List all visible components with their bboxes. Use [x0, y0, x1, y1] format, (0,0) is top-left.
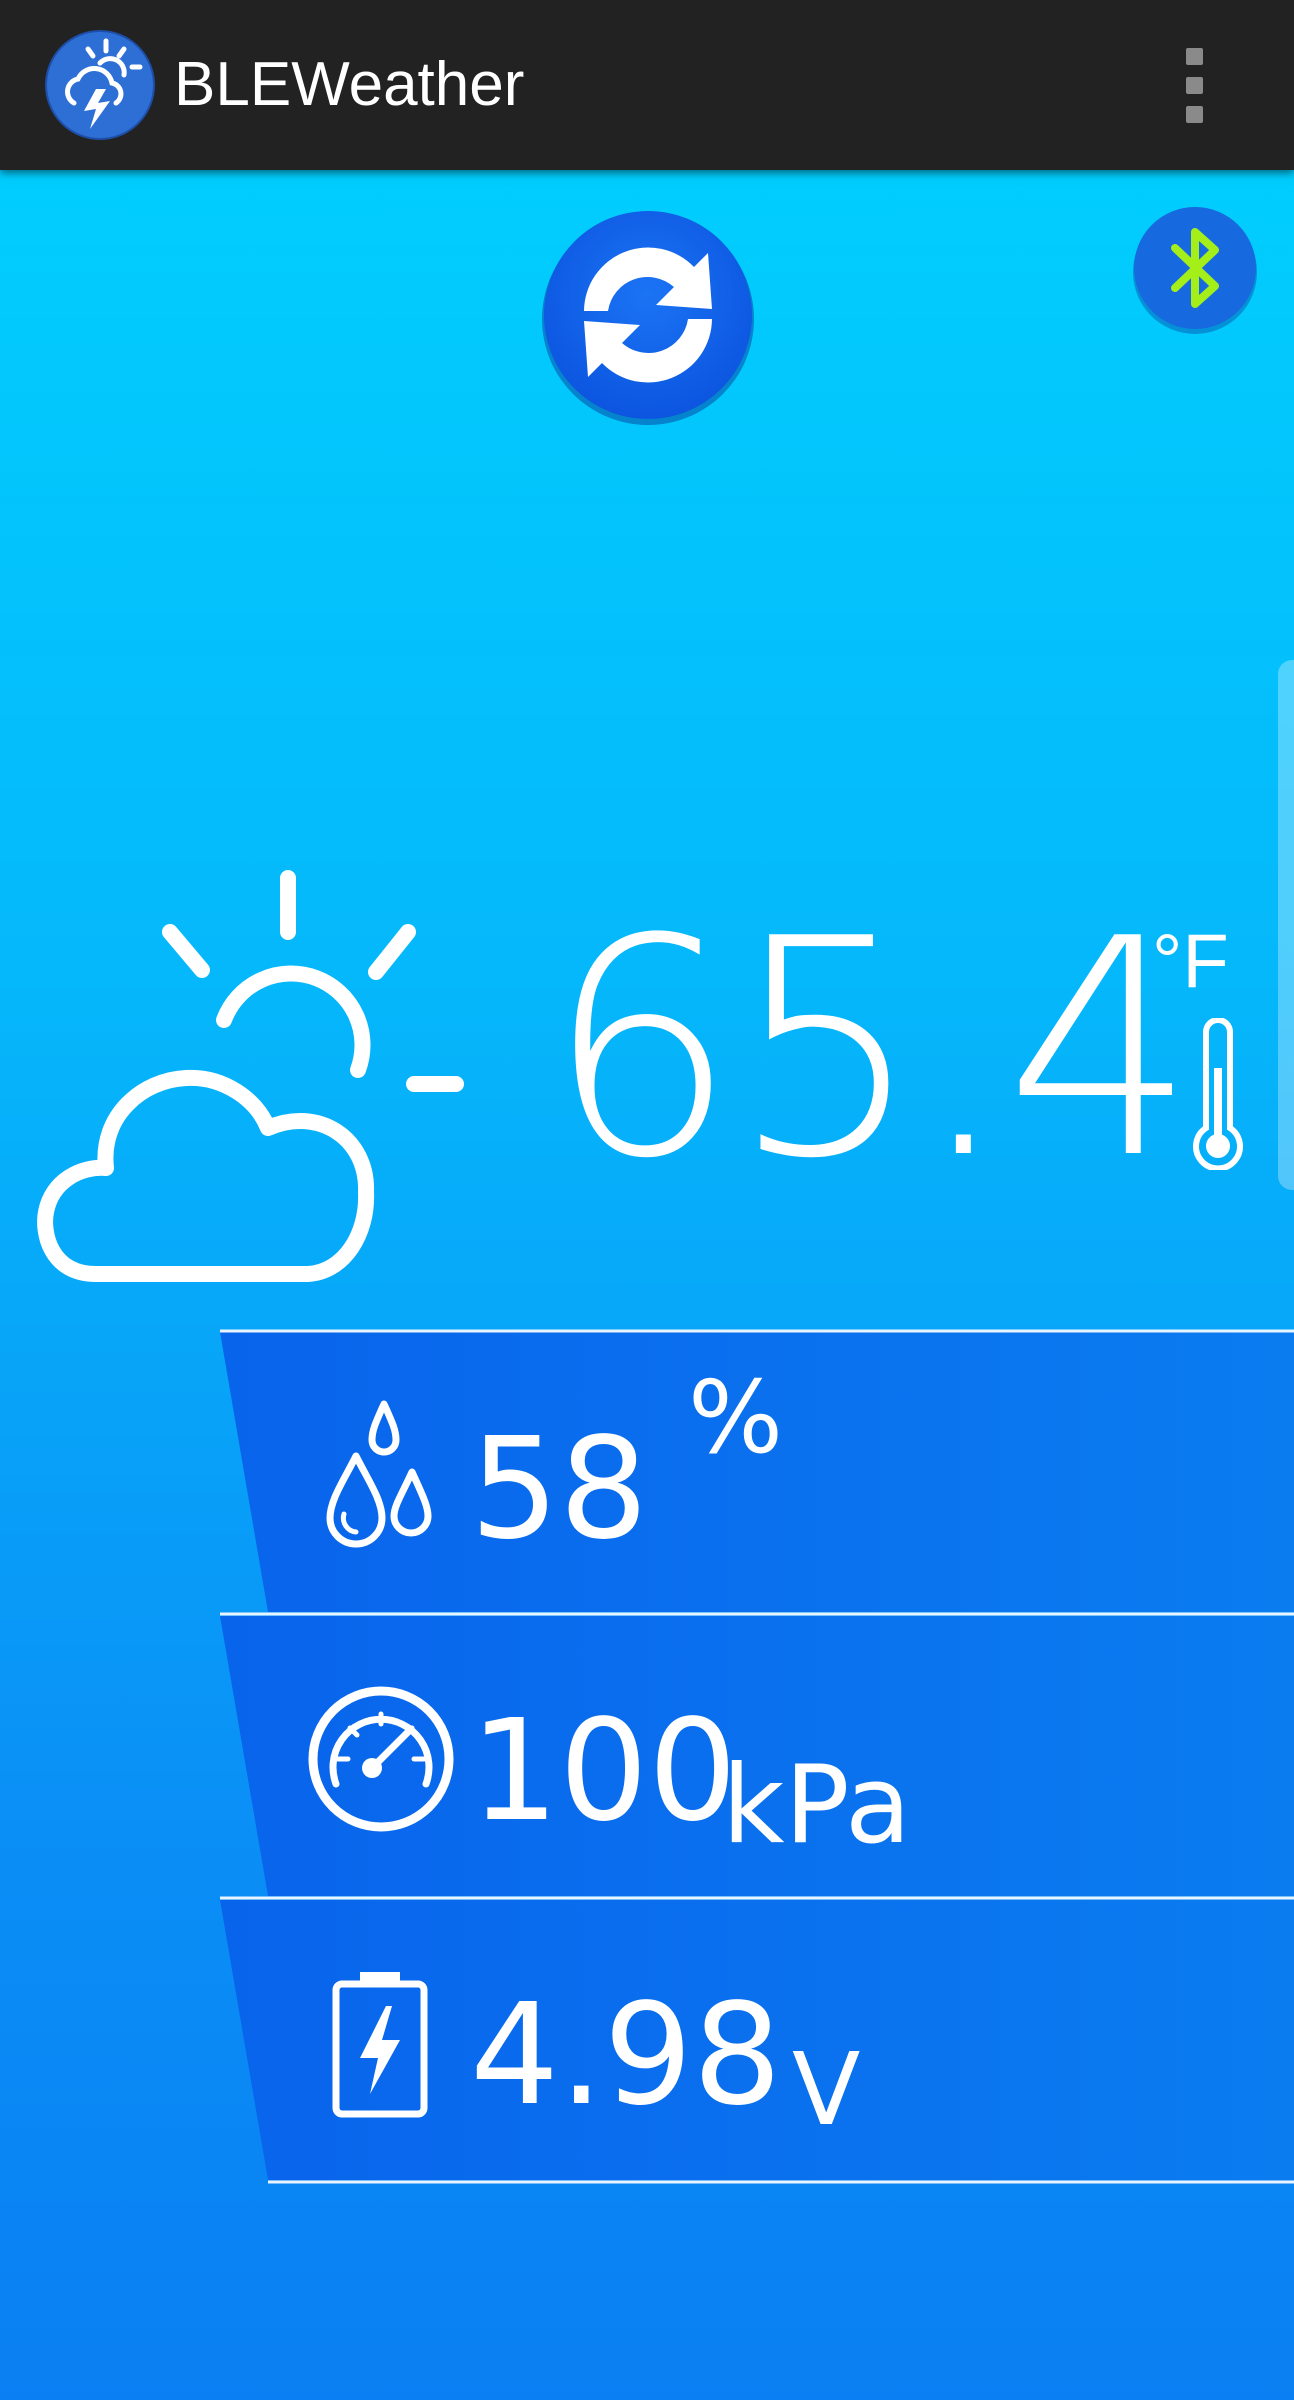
thermometer-icon	[1193, 1018, 1243, 1170]
pressure-unit: kPa	[722, 1743, 911, 1868]
humidity-unit: %	[688, 1359, 784, 1476]
pressure-gauge-icon	[308, 1686, 454, 1832]
overflow-menu-dot	[1186, 77, 1203, 94]
voltage-value: 4.98	[470, 1974, 782, 2137]
overflow-menu-button[interactable]	[1170, 40, 1218, 130]
pressure-value: 100	[470, 1690, 738, 1853]
app-title: BLEWeather	[174, 50, 525, 119]
edge-panel-handle[interactable]	[1278, 660, 1294, 1190]
voltage-unit: V	[792, 2031, 861, 2148]
overflow-menu-dot	[1186, 106, 1203, 123]
humidity-value: 58	[470, 1408, 649, 1571]
refresh-button[interactable]	[538, 207, 758, 427]
partly-cloudy-icon	[37, 870, 464, 1282]
battery-charge-icon	[332, 1972, 428, 2118]
weather-app-logo-icon	[45, 30, 155, 140]
temperature-value: 65.4	[546, 875, 1196, 1224]
humidity-drops-icon	[326, 1400, 432, 1548]
temperature-unit: °F	[1152, 919, 1229, 1004]
bluetooth-button[interactable]	[1131, 206, 1259, 334]
overflow-menu-icon	[1186, 48, 1203, 65]
app-bar: BLEWeather	[0, 0, 1294, 170]
